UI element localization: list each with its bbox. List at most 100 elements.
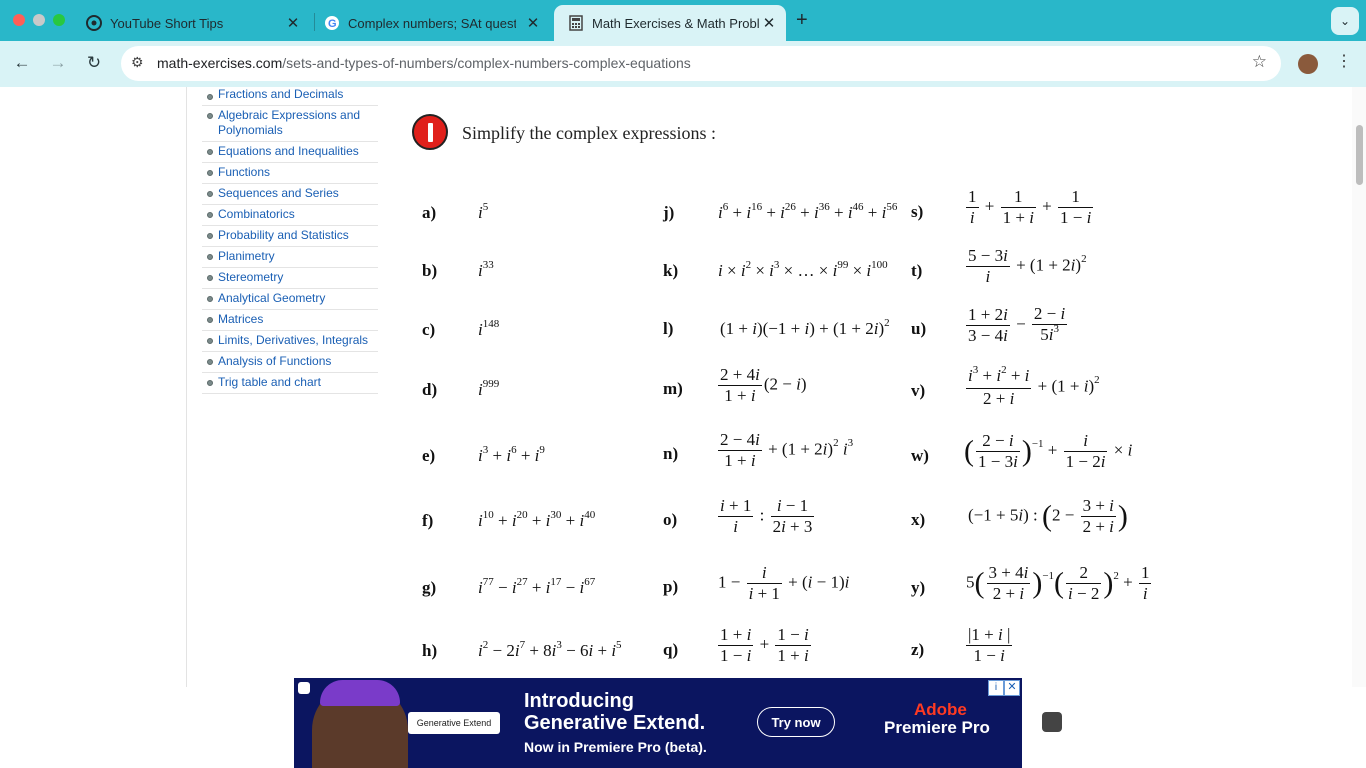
ad-brand-adobe: Adobe [914,700,967,719]
label-t: t) [911,261,923,280]
sidebar-link[interactable]: Combinatorics [218,207,295,221]
sidebar-item-analysis[interactable]: Analysis of Functions [202,352,378,373]
sidebar-link[interactable]: Functions [218,165,270,179]
shield-icon [298,682,310,694]
label-k: k) [663,261,679,280]
sidebar-item-functions[interactable]: Functions [202,163,378,184]
sidebar-link[interactable]: Algebraic Expressions and Polynomials [218,108,360,137]
back-arrow-icon[interactable]: ← [10,53,34,73]
sidebar-link[interactable]: Fractions and Decimals [218,87,343,101]
bullet-icon [207,317,213,323]
bullet-icon [207,170,213,176]
url-path: /sets-and-types-of-numbers/complex-numbe… [282,55,691,71]
sidebar-item-analytical-geometry[interactable]: Analytical Geometry [202,289,378,310]
expression-j: i6 + i16 + i26 + i36 + i46 + i56 [718,201,898,222]
expression-x: (−1 + 5i) : (2 − 3 + i2 + i) [968,496,1128,536]
page-scrollbar[interactable] [1352,87,1366,687]
bullet-icon [207,233,213,239]
ad-subline: Now in Premiere Pro (beta). [524,739,707,755]
expression-e: i3 + i6 + i9 [478,444,545,465]
ad-info-icon[interactable]: i [988,680,1004,696]
bullet-icon [207,338,213,344]
bullet-icon [207,113,213,119]
sidebar-link[interactable]: Trig table and chart [218,375,321,389]
url-text[interactable]: math-exercises.com/sets-and-types-of-num… [157,55,691,71]
sidebar-link[interactable]: Analysis of Functions [218,354,331,368]
sidebar-item-sequences[interactable]: Sequences and Series [202,184,378,205]
chatgpt-icon [86,15,102,31]
label-c: c) [422,320,436,339]
sidebar-link[interactable]: Matrices [218,312,263,326]
sidebar-item-combinatorics[interactable]: Combinatorics [202,205,378,226]
sidebar-link[interactable]: Sequences and Series [218,186,339,200]
ad-headline-2: Generative Extend. [524,712,706,734]
ad-headline-1: Introducing [524,690,634,712]
label-s: s) [911,202,924,221]
expression-b: i33 [478,259,494,280]
sidebar-link[interactable]: Analytical Geometry [218,291,325,305]
site-settings-icon[interactable]: ⚙ [131,54,144,71]
scrollbar-thumb[interactable] [1356,125,1363,185]
menu-kebab-icon[interactable]: ⋮ [1336,51,1352,71]
sidebar-link[interactable]: Limits, Derivatives, Integrals [218,333,368,347]
sidebar-item-stereometry[interactable]: Stereometry [202,268,378,289]
tab-complex-numbers[interactable]: G Complex numbers; SAt quest ✕ [310,5,550,41]
forward-arrow-icon[interactable]: → [46,53,70,73]
label-q: q) [663,640,679,659]
label-e: e) [422,446,436,465]
label-u: u) [911,319,927,338]
expression-y: 5(3 + 4i 2 + i)−1(2 i − 2)2 + 1i [966,563,1152,603]
ad-banner[interactable]: Generative Extend Introducing Generative… [294,678,1022,768]
expression-v: i3 + i2 + i2 + i + (1 + i)2 [966,364,1100,408]
sidebar-item-fractions[interactable]: Fractions and Decimals [202,87,378,106]
sidebar-link[interactable]: Stereometry [218,270,283,284]
bullet-icon [207,275,213,281]
tab-title: Math Exercises & Math Proble [592,15,760,31]
close-tab-icon[interactable]: ✕ [524,14,542,32]
sidebar-item-probability[interactable]: Probability and Statistics [202,226,378,247]
minimize-window-button[interactable] [33,14,45,26]
label-y: y) [911,578,926,597]
sidebar-item-planimetry[interactable]: Planimetry [202,247,378,268]
sidebar-item-algebraic[interactable]: Algebraic Expressions and Polynomials [202,106,378,142]
google-icon: G [324,15,340,31]
expression-w: (2 − i1 − 3i)−1 + i1 − 2i × i [964,431,1133,471]
maximize-window-button[interactable] [53,14,65,26]
sidebar-link[interactable]: Planimetry [218,249,275,263]
exercise-heading: Simplify the complex expressions : [462,123,716,143]
sidebar-item-limits[interactable]: Limits, Derivatives, Integrals [202,331,378,352]
expression-f: i10 + i20 + i30 + i40 [478,509,596,530]
bullet-icon [207,149,213,155]
bullet-icon [207,359,213,365]
close-window-button[interactable] [13,14,25,26]
tab-math-exercises[interactable]: Math Exercises & Math Proble ✕ [554,5,786,41]
close-tab-icon[interactable]: ✕ [284,14,302,32]
feather-icon[interactable] [1042,712,1062,732]
tab-search-button[interactable]: ⌄ [1331,7,1359,35]
address-bar[interactable]: ⚙ math-exercises.com/sets-and-types-of-n… [121,46,1281,81]
close-tab-icon[interactable]: ✕ [760,14,778,32]
tab-youtube-short-tips[interactable]: YouTube Short Tips ✕ [72,5,310,41]
sidebar-item-trig-table[interactable]: Trig table and chart [202,373,378,394]
ad-close-icon[interactable]: ✕ [1004,680,1020,696]
expression-z: |1 + i | 1 − i [966,625,1013,665]
reload-icon[interactable]: ↻ [82,53,106,73]
label-g: g) [422,578,437,597]
new-tab-icon[interactable]: + [796,9,808,32]
sidebar-link[interactable]: Equations and Inequalities [218,144,359,158]
label-a: a) [422,203,437,222]
expression-u: 1 + 2i 3 − 4i − 2 − i 5i3 [966,304,1068,345]
sidebar-item-matrices[interactable]: Matrices [202,310,378,331]
label-x: x) [911,510,926,529]
bookmark-star-icon[interactable]: ☆ [1252,52,1267,72]
profile-avatar[interactable] [1298,54,1318,74]
label-z: z) [911,640,925,659]
label-o: o) [663,510,678,529]
svg-text:G: G [328,18,337,30]
label-m: m) [663,379,683,398]
expression-n: 2 − 4i 1 + i + (1 + 2i)2 i3 [718,430,854,470]
ad-try-now-button[interactable]: Try now [757,707,835,737]
sidebar-link[interactable]: Probability and Statistics [218,228,349,242]
bullet-icon [207,296,213,302]
sidebar-item-equations[interactable]: Equations and Inequalities [202,142,378,163]
